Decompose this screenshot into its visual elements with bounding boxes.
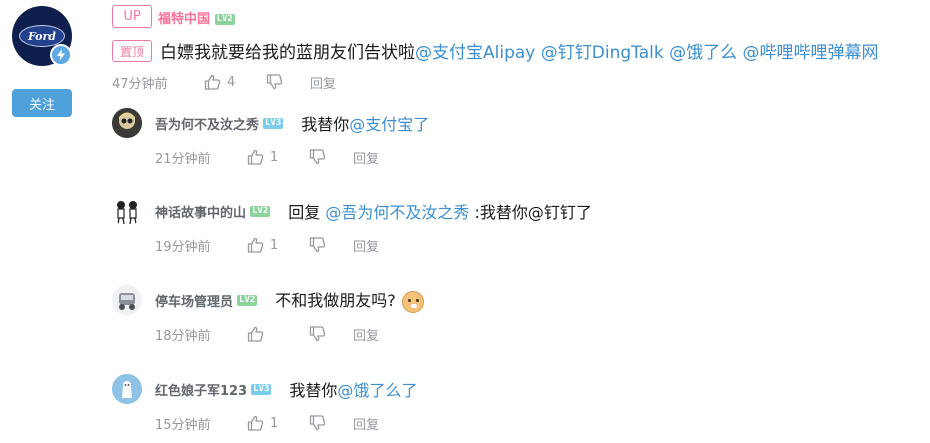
avatar-image-icon [112, 285, 142, 315]
reply-text-body: 我替你 [301, 115, 350, 134]
reply-content: 吾为何不及汝之秀 LV3 我替你@支付宝了 [155, 108, 429, 138]
reply-content: 红色娘子军123 LV3 我替你@饿了么了 [155, 374, 417, 404]
thumb-down-icon [309, 326, 326, 342]
like-count: 1 [270, 149, 279, 165]
level-badge: LV3 [251, 383, 272, 395]
reply-content: 神话故事中的山 LV2 回复 @吾为何不及汝之秀 :我替你@钉钉了 [155, 196, 592, 226]
reply-text-body: 回复 [288, 203, 326, 222]
up-badge: UP [112, 5, 152, 28]
reply-text-body: 我替你 [289, 381, 338, 400]
dislike-button[interactable] [266, 74, 310, 90]
reply-text: 不和我做朋友吗? [275, 287, 424, 313]
comment-meta: 47分钟前 4 回复 [112, 72, 336, 92]
reply-meta: 15分钟前 1 回复 [155, 413, 379, 433]
like-button[interactable]: 1 [247, 149, 309, 165]
level-badge: LV2 [250, 205, 271, 217]
mention-link-bilibili[interactable]: @哔哩哔哩弹幕网 [743, 43, 879, 63]
doge-emoji-icon [401, 290, 424, 313]
reply-button[interactable]: 回复 [310, 73, 336, 92]
comment-text: 白嫖我就要给我的蓝朋友们告状啦@支付宝Alipay @钉钉DingTalk @饿… [160, 38, 879, 63]
reply-content: 停车场管理员 LV2 不和我做朋友吗? [155, 285, 424, 315]
thumb-down-icon [309, 237, 326, 253]
reply-text-suffix: :我替你@钉钉了 [469, 203, 592, 222]
mention-link-alipay[interactable]: @支付宝Alipay [415, 43, 535, 63]
like-count: 1 [270, 237, 279, 253]
dislike-button[interactable] [309, 326, 353, 342]
reply-avatar[interactable] [112, 196, 142, 226]
thumb-down-icon [266, 74, 283, 90]
reply-author-name[interactable]: 停车场管理员 [155, 291, 233, 310]
author-name[interactable]: 福特中国 [158, 12, 210, 27]
mention-link-dingtalk[interactable]: @钉钉DingTalk [541, 43, 664, 63]
thumb-down-icon [309, 149, 326, 165]
reply-avatar[interactable] [112, 108, 142, 138]
reply-avatar[interactable] [112, 374, 142, 404]
avatar-image-icon [112, 374, 142, 404]
verified-badge-icon [50, 44, 72, 66]
level-badge: LV3 [263, 117, 284, 129]
thumb-up-icon [204, 74, 221, 90]
comment-text-body: 白嫖我就要给我的蓝朋友们告状啦 [160, 43, 415, 63]
reply-button[interactable]: 回复 [353, 148, 379, 167]
thumb-up-icon [247, 237, 264, 253]
reply-meta: 19分钟前 1 回复 [155, 235, 379, 255]
reply-author-name[interactable]: 吾为何不及汝之秀 [155, 114, 259, 133]
dislike-button[interactable] [309, 237, 353, 253]
avatar-image-icon [117, 201, 137, 225]
like-button[interactable]: 1 [247, 237, 309, 253]
mention-link[interactable]: @饿了么了 [337, 381, 417, 400]
thumb-up-icon [247, 326, 264, 342]
reply-time: 21分钟前 [155, 151, 211, 167]
reply-author-name[interactable]: 红色娘子军123 [155, 380, 247, 399]
like-button[interactable]: 4 [204, 74, 266, 90]
dislike-button[interactable] [309, 415, 353, 431]
like-button[interactable]: 1 [247, 415, 309, 431]
comment-author-name[interactable]: 福特中国 LV2 [158, 8, 235, 27]
like-count: 4 [227, 74, 236, 90]
reply-text: 我替你@支付宝了 [301, 111, 429, 135]
reply-button[interactable]: 回复 [353, 325, 379, 344]
avatar-image-icon [112, 108, 142, 138]
reply-avatar[interactable] [112, 285, 142, 315]
reply-meta: 18分钟前 回复 [155, 324, 379, 344]
mention-link[interactable]: @吾为何不及汝之秀 [325, 203, 469, 222]
mention-link-eleme[interactable]: @饿了么 [669, 43, 737, 63]
reply-text: 我替你@饿了么了 [289, 377, 417, 401]
thumb-up-icon [247, 415, 264, 431]
thumb-up-icon [247, 149, 264, 165]
reply-text: 回复 @吾为何不及汝之秀 :我替你@钉钉了 [288, 199, 592, 223]
dislike-button[interactable] [309, 149, 353, 165]
follow-button[interactable]: 关注 [12, 89, 72, 117]
reply-time: 19分钟前 [155, 239, 211, 255]
reply-time: 18分钟前 [155, 328, 211, 344]
like-button[interactable] [247, 326, 309, 342]
pinned-badge: 置顶 [112, 40, 152, 62]
reply-text-body: 不和我做朋友吗? [275, 291, 396, 311]
reply-author-name[interactable]: 神话故事中的山 [155, 202, 246, 221]
reply-button[interactable]: 回复 [353, 414, 379, 433]
like-count: 1 [270, 415, 279, 431]
level-badge: LV2 [214, 14, 235, 25]
reply-button[interactable]: 回复 [353, 236, 379, 255]
level-badge: LV2 [237, 294, 258, 306]
comment-time: 47分钟前 [112, 76, 168, 92]
reply-time: 15分钟前 [155, 417, 211, 433]
reply-meta: 21分钟前 1 回复 [155, 147, 379, 167]
thumb-down-icon [309, 415, 326, 431]
mention-link[interactable]: @支付宝了 [349, 115, 429, 134]
